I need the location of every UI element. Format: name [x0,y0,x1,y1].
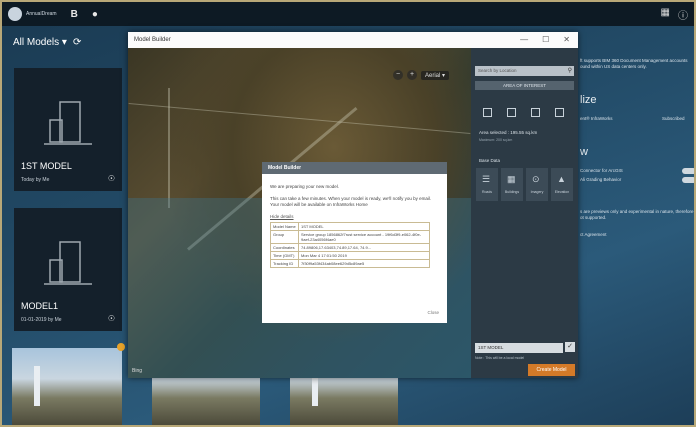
model-name-input[interactable]: 1ST MODEL [475,343,563,353]
area-maximum: Maximum: 200 sq.km [479,138,513,142]
feature-toggle[interactable] [682,177,694,183]
dialog-title: Model Builder [262,162,447,174]
search-icon[interactable]: ⚲ [568,67,572,74]
clear-area-icon[interactable] [555,108,564,117]
hide-details-link[interactable]: Hide details [270,214,439,219]
buildings-option[interactable]: ▦ Buildings [501,168,523,201]
all-models-dropdown[interactable]: All Models ▾ [13,37,67,48]
info-text: ot supported. [580,215,607,220]
location-search-input[interactable]: Search by Location ⚲ [475,66,574,76]
dialog-close-button[interactable]: Close [427,310,439,315]
window-titlebar: Model Builder — ☐ ✕ [128,32,578,48]
map-credit: Bing [132,368,143,374]
section-heading: lize [580,94,597,106]
zoom-out-button[interactable]: − [393,70,403,80]
model-name: 1ST MODEL [21,161,72,171]
roads-option[interactable]: ☰ Roads [476,168,498,201]
local-model-note: Note : This will be a local model [475,356,525,360]
subscription-status: Subscribed [662,116,685,121]
base-data-label: Base Data [479,158,501,163]
roads-icon: ☰ [482,174,491,184]
table-row: Time (GMT) Mon Mar 4 17:01:50 2019 [270,251,430,260]
map-style-select[interactable]: Aerial ▾ [421,70,450,80]
table-row: Group Service group 1856862f7rust service… [270,230,430,244]
refresh-icon[interactable]: ⟳ [73,37,81,48]
imagery-option[interactable]: ⊙ Imagery [526,168,548,201]
avatar[interactable] [8,7,22,21]
close-button[interactable]: ✕ [563,35,570,44]
draw-rectangle-icon[interactable] [483,108,492,117]
dialog-message: We are preparing your new model. [270,184,339,189]
draw-polygon-icon[interactable] [507,108,516,117]
feature-toggle[interactable] [682,168,694,174]
globe-icon[interactable]: ☉ [108,314,115,323]
dialog-message: This can take a few minutes. When your m… [270,196,432,207]
building-icon [44,241,92,285]
brand-icon[interactable]: B [71,9,78,20]
model-card[interactable]: MODEL1 01-01-2019 by Me ☉ [14,208,122,331]
zoom-in-button[interactable]: + [407,70,417,80]
model-card[interactable]: 1ST MODEL Today by Me ☉ [14,68,122,191]
feature-label: Connector for ArcGIS [580,168,623,173]
agreement-link[interactable]: ct Agreement [580,232,607,237]
maximize-button[interactable]: ☐ [542,35,549,44]
notification-badge [117,343,125,351]
building-icon [44,101,92,145]
section-heading: w [580,146,588,158]
help-icon[interactable]: ⓘ [678,7,688,22]
user-name[interactable]: AnnualDream [26,11,57,17]
models-header: All Models ▾ ⟳ [13,37,81,48]
model-thumbnail[interactable] [12,348,122,425]
base-data-options: ☰ Roads ▦ Buildings ⊙ Imagery ▲ Elevation [476,168,573,201]
top-bar: AnnualDream B ● ▦ ⓘ [2,2,694,26]
import-area-icon[interactable] [531,108,540,117]
feature-label: Ali Grading Behavior [580,177,622,182]
model-name: MODEL1 [21,301,59,311]
map-tools: − + Aerial ▾ [393,70,450,80]
create-model-button[interactable]: Create Model [528,364,575,376]
product-name: ent® InfraWorks [580,116,613,121]
model-date: Today by Me [21,177,50,183]
window-title: Model Builder [134,37,171,43]
aoi-tools [483,108,564,117]
buildings-icon: ▦ [507,174,516,184]
search-icon[interactable]: ● [92,9,98,20]
info-text: ft supports BIM 360 Document Management … [580,58,688,63]
table-row: Tracking ID 7f30f9a53f434ab08ee629d5c89ae… [270,259,430,268]
info-text: ound within US data centers only. [580,64,647,69]
table-row: Model Name 1ST MODEL [270,222,430,231]
imagery-icon: ⊙ [532,174,540,184]
globe-icon[interactable]: ☉ [108,174,115,183]
details-table: Model Name 1ST MODEL Group Service group 1… [270,222,430,268]
elevation-icon: ▲ [557,174,566,184]
table-row: Coordinates 74.89806,17.63403,74.89,17.64… [270,243,430,252]
elevation-option[interactable]: ▲ Elevation [551,168,573,201]
edit-icon[interactable]: ✓ [565,342,575,352]
minimize-button[interactable]: — [520,35,528,44]
info-text: s are previews only and experimental in … [580,209,694,214]
model-settings-panel: Search by Location ⚲ AREA OF INTEREST Ar… [471,48,578,378]
model-date: 01-01-2019 by Me [21,317,62,323]
area-selected: Area selected : 195.55 sq.km [479,130,538,135]
area-of-interest-header: AREA OF INTEREST [475,81,574,90]
model-builder-dialog: Model Builder We are preparing your new … [262,162,447,323]
grid-icon[interactable]: ▦ [661,7,670,22]
